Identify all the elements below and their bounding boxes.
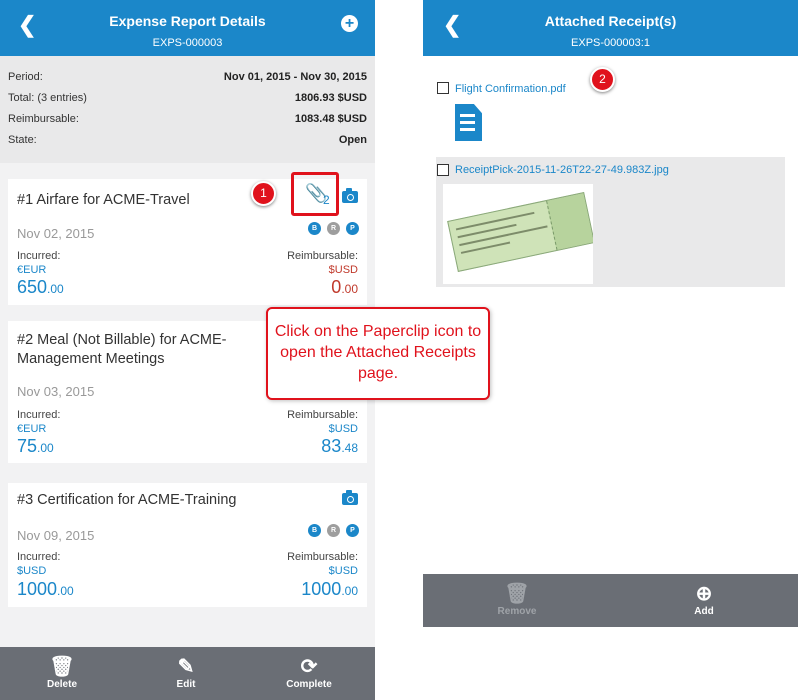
reimbursable-label: Reimbursable:: [287, 551, 358, 563]
page-title: Attached Receipt(s): [544, 13, 677, 29]
entry-id: EXPS-000003:1: [571, 37, 650, 49]
summary-label: Total: (3 entries): [8, 92, 87, 104]
ticket-image: [447, 192, 593, 272]
camera-icon[interactable]: [342, 490, 358, 505]
personal-badge: P: [346, 222, 359, 235]
bottom-toolbar: 🗑 Remove ⊕ Add: [423, 574, 798, 627]
add-entry-icon[interactable]: +: [341, 15, 358, 32]
billable-badge: B: [308, 524, 321, 537]
edit-button[interactable]: ✎ Edit: [151, 655, 221, 690]
remove-label: Remove: [497, 606, 537, 617]
entry-title: #1 Airfare for ACME-Travel: [17, 192, 190, 208]
incurred-currency: €EUR: [17, 423, 47, 435]
trash-icon: 🗑: [504, 583, 530, 605]
incurred-currency: $USD: [17, 565, 47, 577]
summary-row: Reimbursable: 1083.48 $USD: [8, 113, 367, 127]
reimbursable-label: Reimbursable:: [287, 250, 358, 262]
reimbursable-amount: 83.48: [321, 436, 358, 456]
refresh-icon: ⟳: [300, 656, 318, 678]
summary-row: State: Open: [8, 134, 367, 148]
reimbursable-amount: 0.00: [331, 277, 358, 297]
receipt-thumbnail[interactable]: [443, 184, 593, 284]
summary-label: Reimbursable:: [8, 113, 79, 125]
entry-flags: B R P: [308, 524, 359, 537]
edit-label: Edit: [176, 679, 196, 690]
trash-icon: 🗑: [49, 656, 75, 678]
report-id: EXPS-000003: [152, 37, 223, 49]
complete-button[interactable]: ⟳ Complete: [274, 655, 344, 690]
select-checkbox[interactable]: [437, 82, 449, 94]
entry-title: #3 Certification for ACME-Training: [17, 492, 237, 508]
incurred-label: Incurred:: [17, 551, 61, 563]
reimbursable-amount: 1000.00: [301, 579, 358, 599]
delete-button[interactable]: 🗑 Delete: [27, 655, 97, 690]
entries-list: #1 Airfare for ACME-Travel 📎 2 B R P Nov…: [0, 163, 375, 647]
camera-icon[interactable]: [342, 188, 358, 203]
expense-entry-card[interactable]: #3 Certification for ACME-Training B R P…: [8, 483, 367, 607]
plus-circle-icon: ⊕: [695, 583, 713, 605]
reimbursable-badge: R: [327, 524, 340, 537]
reimbursable-currency: $USD: [328, 565, 358, 577]
header-bar: ❮ Attached Receipt(s) EXPS-000003:1: [423, 0, 798, 56]
step-1-badge: 1: [251, 181, 276, 206]
incurred-amount: 75.00: [17, 436, 54, 456]
remove-button[interactable]: 🗑 Remove: [482, 582, 552, 617]
personal-badge: P: [346, 524, 359, 537]
billable-badge: B: [308, 222, 321, 235]
pencil-icon: ✎: [177, 656, 195, 678]
paperclip-highlight: [291, 172, 339, 216]
select-checkbox[interactable]: [437, 164, 449, 176]
report-summary: Period: Nov 01, 2015 - Nov 30, 2015 Tota…: [0, 56, 375, 163]
incurred-currency: €EUR: [17, 264, 47, 276]
header-bar: ❮ Expense Report Details EXPS-000003 +: [0, 0, 375, 56]
summary-row: Total: (3 entries) 1806.93 $USD: [8, 92, 367, 106]
attachment-link[interactable]: ReceiptPick-2015-11-26T22-27-49.983Z.jpg: [455, 164, 669, 176]
incurred-amount: 650.00: [17, 277, 64, 297]
page-title: Expense Report Details: [109, 13, 266, 29]
reimbursable-label: Reimbursable:: [287, 409, 358, 421]
entry-date: Nov 02, 2015: [17, 226, 95, 241]
summary-value: 1806.93 $USD: [294, 92, 367, 104]
entry-title: #2 Meal (Not Billable) for ACME-Manageme…: [17, 332, 227, 367]
incurred-label: Incurred:: [17, 250, 61, 262]
entry-flags: B R P: [308, 222, 359, 235]
expense-entry-card[interactable]: #1 Airfare for ACME-Travel 📎 2 B R P Nov…: [8, 172, 367, 305]
pdf-file-icon[interactable]: [455, 104, 482, 141]
summary-value: 1083.48 $USD: [294, 113, 367, 125]
summary-label: Period:: [8, 71, 43, 83]
reimbursable-currency: $USD: [328, 423, 358, 435]
instruction-callout: Click on the Paperclip icon to open the …: [266, 307, 490, 400]
bottom-toolbar: 🗑 Delete ✎ Edit ⟳ Complete: [0, 647, 375, 700]
add-label: Add: [694, 606, 714, 617]
reimbursable-badge: R: [327, 222, 340, 235]
reimbursable-currency: $USD: [328, 264, 358, 276]
delete-label: Delete: [46, 679, 77, 690]
complete-label: Complete: [286, 679, 332, 690]
summary-label: State:: [8, 134, 37, 146]
incurred-label: Incurred:: [17, 409, 61, 421]
add-button[interactable]: ⊕ Add: [669, 582, 739, 617]
step-2-badge: 2: [590, 67, 615, 92]
summary-value: Nov 01, 2015 - Nov 30, 2015: [223, 71, 367, 83]
entry-date: Nov 09, 2015: [17, 528, 95, 543]
entry-date: Nov 03, 2015: [17, 384, 95, 399]
summary-value: Open: [338, 134, 367, 146]
attachment-link[interactable]: Flight Confirmation.pdf: [455, 83, 566, 95]
summary-row: Period: Nov 01, 2015 - Nov 30, 2015: [8, 71, 367, 85]
incurred-amount: 1000.00: [17, 579, 74, 599]
